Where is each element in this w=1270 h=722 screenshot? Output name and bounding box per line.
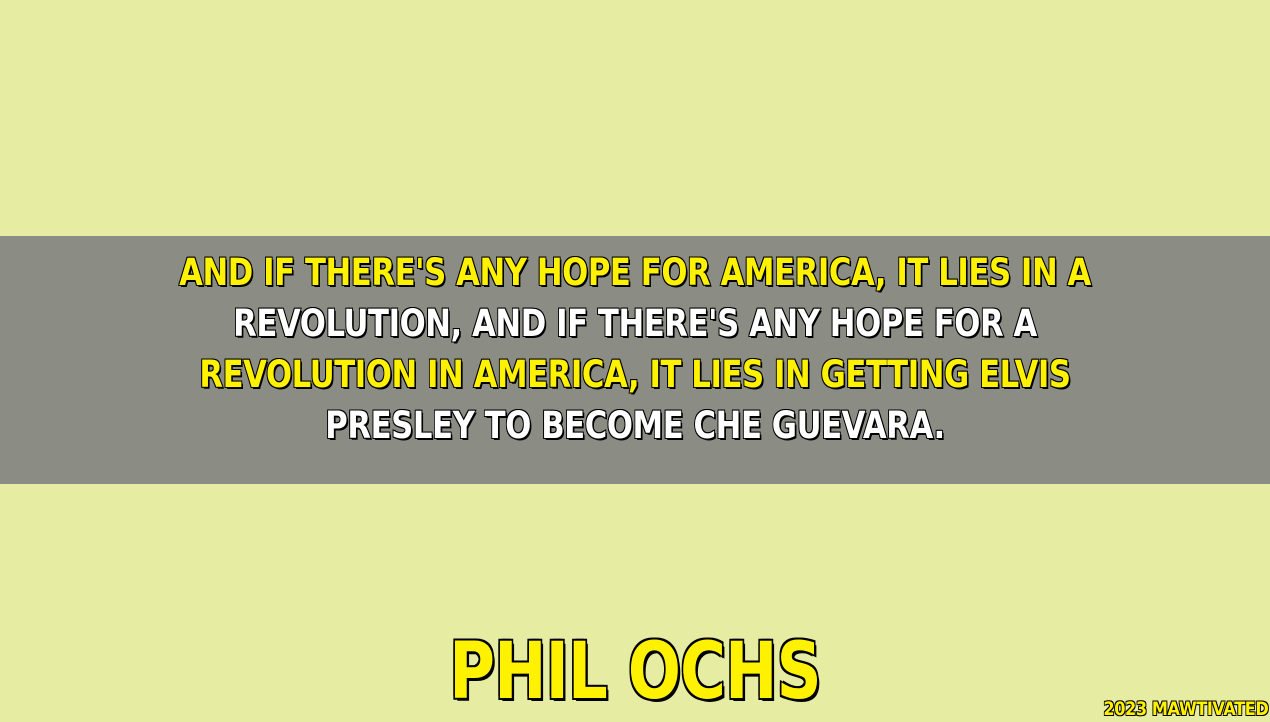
quote-line-2: REVOLUTION, AND IF THERE'S ANY HOPE FOR … [232,301,1038,346]
quote-author: PHIL OCHS [448,626,823,719]
quote-text: AND IF THERE'S ANY HOPE FOR AMERICA, IT … [0,247,1270,451]
quote-line-4: PRESLEY TO BECOME CHE GUEVARA. [324,403,946,448]
quote-line-1: AND IF THERE'S ANY HOPE FOR AMERICA, IT … [178,250,1092,295]
watermark-credit: 2023 MAWTIVATED [1103,698,1269,721]
quote-line-3: REVOLUTION IN AMERICA, IT LIES IN GETTIN… [199,352,1072,397]
